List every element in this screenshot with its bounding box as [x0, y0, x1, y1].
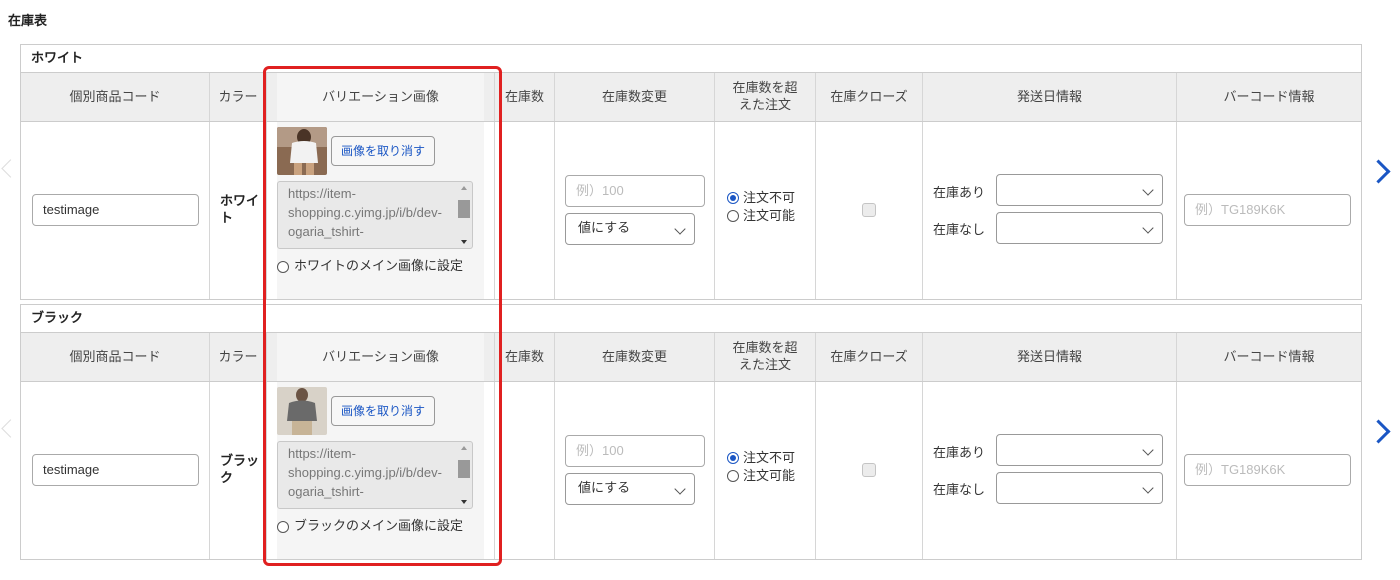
variation-section-black: ブラック 個別商品コード カラー バリエーション画像 在庫数 在庫数変更 在庫数… — [20, 304, 1362, 560]
ship-in-stock-select[interactable] — [996, 434, 1163, 466]
image-url-text: https://item-shopping.c.yimg.jp/i/b/dev-… — [288, 446, 442, 499]
textarea-scrollbar[interactable] — [458, 446, 470, 504]
scroll-down-icon[interactable] — [461, 500, 467, 504]
header-color: カラー — [210, 73, 267, 121]
header-stock-change: 在庫数変更 — [555, 333, 715, 381]
order-option-label: 注文不可 — [743, 451, 796, 466]
header-barcode: バーコード情報 — [1223, 349, 1315, 365]
stock-change-mode-value: 値にする — [578, 481, 631, 496]
header-ship-info: 発送日情報 — [923, 333, 1177, 381]
image-url-text: https://item-shopping.c.yimg.jp/i/b/dev-… — [288, 186, 442, 239]
ship-out-stock-select[interactable] — [996, 212, 1163, 244]
header-over-order: 在庫数を超えた注文 — [715, 73, 816, 121]
code-input[interactable]: testimage — [32, 194, 199, 226]
radio-checked-icon[interactable] — [727, 192, 739, 204]
stock-cell — [495, 382, 555, 559]
cancel-image-button[interactable]: 画像を取り消す — [331, 396, 436, 426]
section-title: ブラック — [21, 305, 1361, 333]
order-not-allowed-radio[interactable]: 注文不可 — [727, 191, 795, 207]
chevron-right-icon[interactable] — [1370, 156, 1390, 186]
header-over-order: 在庫数を超えた注文 — [715, 333, 816, 381]
radio-icon[interactable] — [727, 210, 739, 222]
scroll-thumb[interactable] — [458, 460, 470, 478]
scroll-up-icon[interactable] — [461, 186, 467, 190]
stock-close-checkbox[interactable] — [862, 463, 876, 477]
header-code: 個別商品コード — [21, 73, 210, 121]
radio-icon[interactable] — [277, 521, 289, 533]
radio-icon[interactable] — [277, 261, 289, 273]
radio-checked-icon[interactable] — [727, 452, 739, 464]
header-code: 個別商品コード — [21, 333, 210, 381]
header-over-order-label: 在庫数を超えた注文 — [732, 341, 798, 373]
header-color: カラー — [210, 333, 267, 381]
chevron-down-icon — [674, 223, 686, 235]
header-variation-image: バリエーション画像 — [267, 333, 495, 381]
order-allowed-radio[interactable]: 注文可能 — [727, 209, 795, 225]
chevron-down-icon — [1142, 222, 1154, 234]
stock-change-mode-select[interactable]: 値にする — [565, 213, 695, 245]
radio-icon[interactable] — [727, 470, 739, 482]
header-variation-image-label: バリエーション画像 — [322, 349, 439, 365]
stock-cell — [495, 122, 555, 299]
color-label: ブラック — [220, 454, 260, 486]
image-url-textarea[interactable]: https://item-shopping.c.yimg.jp/i/b/dev-… — [277, 181, 473, 249]
textarea-scrollbar[interactable] — [458, 186, 470, 244]
header-stock-close: 在庫クローズ — [816, 73, 923, 121]
table-row: testimage ホワイト 画像を取り消す https://item-shop… — [21, 122, 1361, 299]
scroll-up-icon[interactable] — [461, 446, 467, 450]
chevron-left-icon[interactable] — [0, 417, 12, 441]
stock-close-checkbox[interactable] — [862, 203, 876, 217]
color-label: ホワイト — [220, 194, 260, 226]
barcode-input[interactable]: 例）TG189K6K — [1184, 194, 1351, 226]
set-main-image-label: ブラックのメイン画像に設定 — [294, 519, 464, 534]
chevron-left-icon[interactable] — [0, 157, 12, 181]
variation-section-white: ホワイト 個別商品コード カラー バリエーション画像 在庫数 在庫数変更 在庫数… — [20, 44, 1362, 300]
order-allowed-radio[interactable]: 注文可能 — [727, 469, 795, 485]
set-main-image-radio[interactable]: ブラックのメイン画像に設定 — [277, 520, 477, 534]
variation-thumbnail — [277, 127, 327, 175]
chevron-down-icon — [1142, 184, 1154, 196]
header-over-order-label: 在庫数を超えた注文 — [732, 81, 798, 113]
header-stock-change: 在庫数変更 — [555, 73, 715, 121]
code-input[interactable]: testimage — [32, 454, 199, 486]
section-title: ホワイト — [21, 45, 1361, 73]
chevron-right-icon[interactable] — [1370, 416, 1390, 446]
page-title: 在庫表 — [8, 14, 48, 29]
variation-thumbnail — [277, 387, 327, 435]
cancel-image-button[interactable]: 画像を取り消す — [331, 136, 436, 166]
header-ship-info: 発送日情報 — [923, 73, 1177, 121]
order-option-label: 注文不可 — [743, 191, 796, 206]
header-stock: 在庫数 — [495, 73, 555, 121]
order-option-label: 注文可能 — [743, 469, 796, 484]
ship-in-stock-select[interactable] — [996, 174, 1163, 206]
barcode-input[interactable]: 例）TG189K6K — [1184, 454, 1351, 486]
table-header: 個別商品コード カラー バリエーション画像 在庫数 在庫数変更 在庫数を超えた注… — [21, 333, 1361, 382]
stock-change-mode-select[interactable]: 値にする — [565, 473, 695, 505]
header-variation-image-label: バリエーション画像 — [322, 89, 439, 105]
stock-change-mode-value: 値にする — [578, 221, 631, 236]
scroll-thumb[interactable] — [458, 200, 470, 218]
header-barcode: バーコード情報 — [1223, 89, 1315, 105]
ship-in-stock-label: 在庫あり — [933, 446, 986, 461]
image-url-textarea[interactable]: https://item-shopping.c.yimg.jp/i/b/dev-… — [277, 441, 473, 509]
stock-change-input[interactable]: 例）100 — [565, 175, 705, 207]
stock-change-input[interactable]: 例）100 — [565, 435, 705, 467]
header-stock: 在庫数 — [495, 333, 555, 381]
order-not-allowed-radio[interactable]: 注文不可 — [727, 451, 795, 467]
chevron-down-icon — [1142, 482, 1154, 494]
chevron-down-icon — [1142, 444, 1154, 456]
order-option-label: 注文可能 — [743, 209, 796, 224]
ship-out-stock-select[interactable] — [996, 472, 1163, 504]
ship-in-stock-label: 在庫あり — [933, 186, 986, 201]
header-variation-image: バリエーション画像 — [267, 73, 495, 121]
table-header: 個別商品コード カラー バリエーション画像 在庫数 在庫数変更 在庫数を超えた注… — [21, 73, 1361, 122]
header-stock-close: 在庫クローズ — [816, 333, 923, 381]
set-main-image-radio[interactable]: ホワイトのメイン画像に設定 — [277, 260, 477, 274]
ship-out-stock-label: 在庫なし — [933, 223, 986, 238]
scroll-down-icon[interactable] — [461, 240, 467, 244]
chevron-down-icon — [674, 483, 686, 495]
table-row: testimage ブラック 画像を取り消す https://item-shop… — [21, 382, 1361, 559]
set-main-image-label: ホワイトのメイン画像に設定 — [294, 259, 464, 274]
ship-out-stock-label: 在庫なし — [933, 483, 986, 498]
